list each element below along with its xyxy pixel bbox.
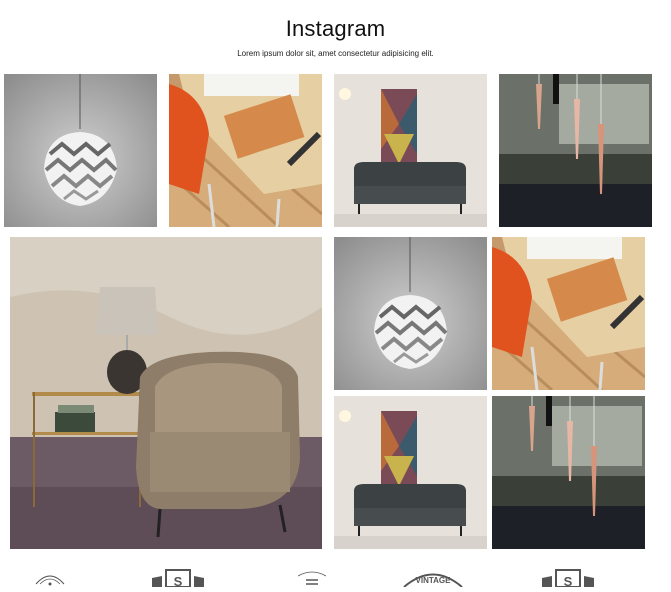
s-banner-letter: S bbox=[174, 574, 183, 587]
instagram-photo-desk-2[interactable] bbox=[492, 237, 645, 390]
circle-badge-logo bbox=[30, 566, 70, 587]
page-subtitle: Lorem ipsum dolor sit, amet consectetur … bbox=[237, 49, 434, 58]
vintage-badge-logo: VINTAGE bbox=[400, 566, 466, 588]
instagram-photo-desk[interactable] bbox=[169, 74, 322, 227]
lines-badge-logo bbox=[292, 566, 332, 587]
instagram-photo-sofa-2[interactable] bbox=[334, 396, 487, 549]
instagram-photo-armchair[interactable] bbox=[10, 237, 322, 549]
instagram-photo-copper-pendants[interactable] bbox=[499, 74, 652, 227]
s-banner-letter-2: S bbox=[564, 574, 573, 587]
vintage-text: VINTAGE bbox=[416, 576, 452, 585]
s-banner-logo: S bbox=[150, 566, 206, 589]
s-banner-logo-2: S bbox=[540, 566, 596, 589]
instagram-photo-sofa[interactable] bbox=[334, 74, 487, 227]
page-title: Instagram bbox=[285, 16, 386, 41]
instagram-photo-pendant-lamp-2[interactable] bbox=[334, 237, 487, 390]
instagram-photo-pendant-lamp[interactable] bbox=[4, 74, 157, 227]
brand-logos: S VINTAGE S bbox=[0, 566, 671, 589]
instagram-photo-copper-pendants-2[interactable] bbox=[492, 396, 645, 549]
